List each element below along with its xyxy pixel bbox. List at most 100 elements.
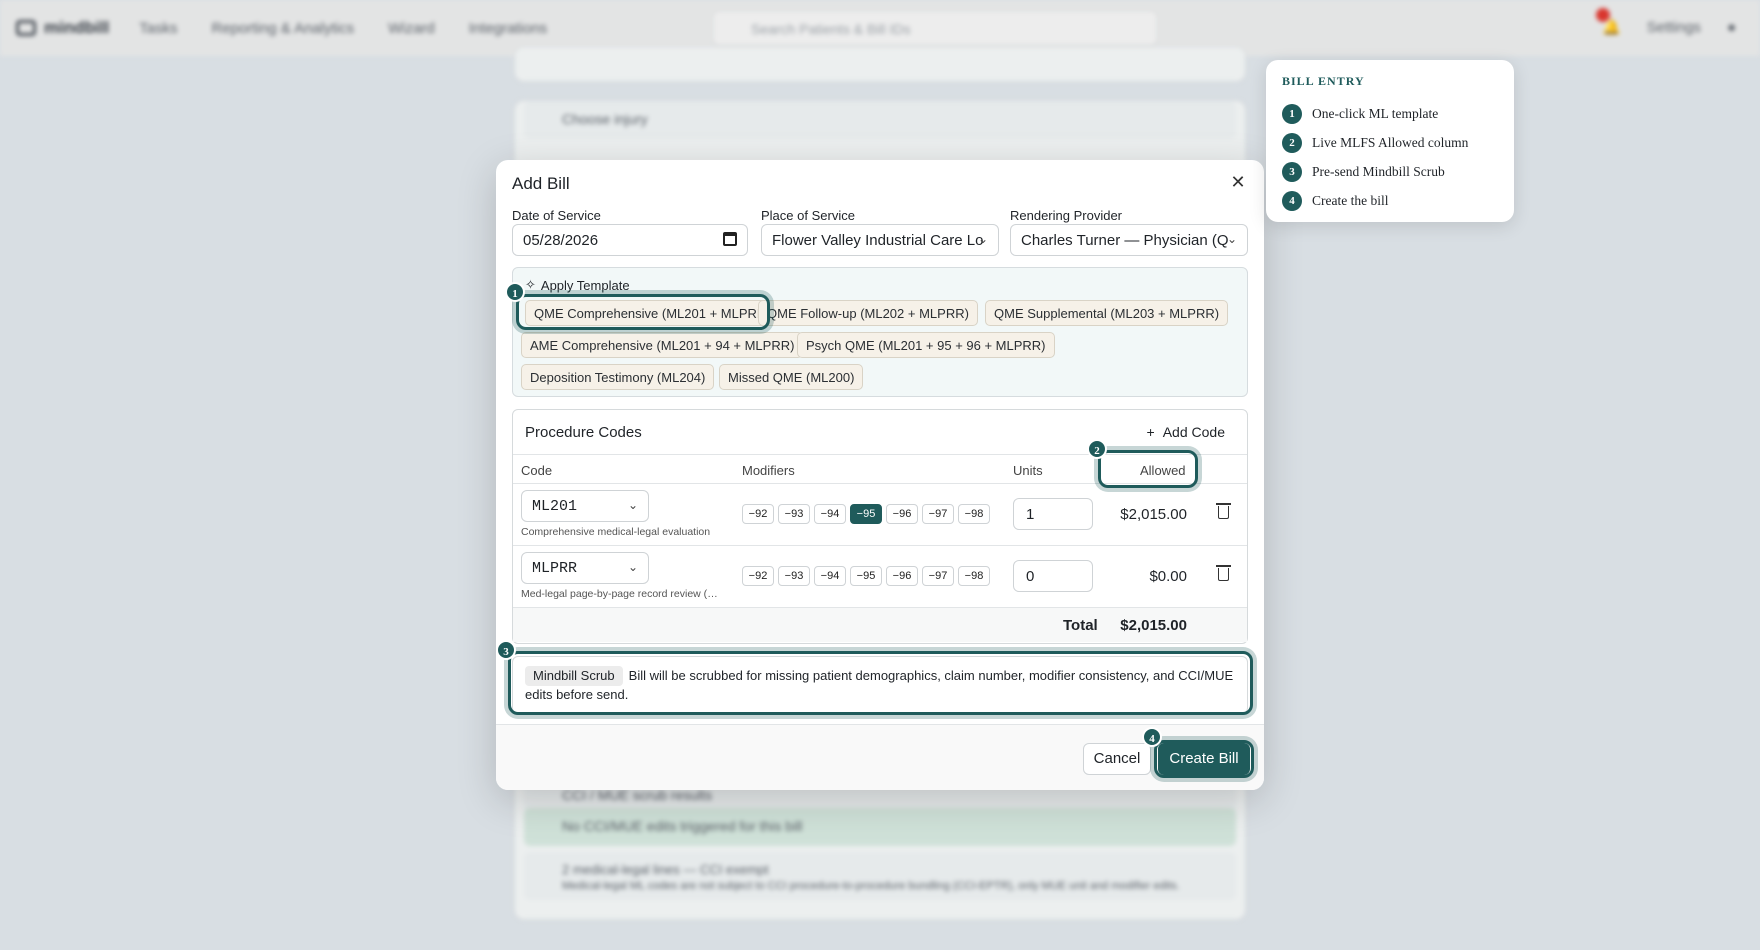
scrub-tag: Mindbill Scrub bbox=[525, 666, 623, 686]
callout-item: 2 Live MLFS Allowed column bbox=[1282, 128, 1498, 157]
callout-item: 1 One-click ML template bbox=[1282, 99, 1498, 128]
bg-panel-top bbox=[514, 46, 1246, 82]
template-chip-qme-comprehensive[interactable]: QME Comprehensive (ML201 + MLPRR) bbox=[525, 300, 780, 326]
plus-icon: + bbox=[1146, 424, 1155, 440]
callout-label: Create the bill bbox=[1312, 192, 1389, 208]
allowed-amount: $0.00 bbox=[1149, 568, 1187, 585]
date-of-service-field[interactable]: 05/28/2026 bbox=[512, 224, 748, 256]
template-chip-psych-qme[interactable]: Psych QME (ML201 + 95 + 96 + MLPRR) bbox=[797, 332, 1055, 358]
modifier-92[interactable]: −92 bbox=[742, 566, 774, 586]
modifier-93[interactable]: −93 bbox=[778, 504, 810, 524]
modifier-96[interactable]: −96 bbox=[886, 566, 918, 586]
modifier-98[interactable]: −98 bbox=[958, 566, 990, 586]
nav-wizard[interactable]: Wizard bbox=[388, 20, 435, 37]
nav-integrations[interactable]: Integrations bbox=[469, 20, 547, 37]
nav-wizard-label: Wizard bbox=[388, 19, 435, 37]
total-row: Total $2,015.00 bbox=[513, 608, 1247, 642]
header-units: Units bbox=[1013, 463, 1043, 478]
callout-label: Live MLFS Allowed column bbox=[1312, 134, 1469, 150]
logo-text: mindbill bbox=[44, 18, 110, 37]
provider-label: Rendering Provider bbox=[1010, 208, 1123, 223]
header-modifiers: Modifiers bbox=[742, 463, 795, 478]
template-chip-missed-qme[interactable]: Missed QME (ML200) bbox=[719, 364, 864, 390]
table-row: MLPRR ⌄ Med-legal page-by-page record rev… bbox=[513, 546, 1247, 608]
chevron-down-icon: ⌄ bbox=[627, 498, 638, 512]
header-code: Code bbox=[521, 463, 553, 478]
place-label: Place of Service bbox=[761, 208, 855, 223]
callout-label: Pre-send Mindbill Scrub bbox=[1312, 163, 1445, 179]
callout-item: 3 Pre-send Mindbill Scrub bbox=[1282, 157, 1498, 186]
template-label-text: Apply Template bbox=[540, 277, 630, 293]
procedure-codes-title: Procedure Codes bbox=[525, 424, 642, 441]
bell-icon[interactable]: 🔔 bbox=[1596, 8, 1621, 36]
code-description: Med-legal page-by-page record review (pe… bbox=[521, 588, 721, 600]
add-code-label: Add Code bbox=[1162, 424, 1225, 440]
modifier-95[interactable]: −95 bbox=[850, 504, 882, 524]
units-input[interactable]: 1 bbox=[1013, 498, 1093, 530]
trash-icon[interactable] bbox=[1216, 565, 1231, 581]
code-value: MLPRR bbox=[532, 560, 578, 577]
bg-row-ml: 2 medical-legal lines — CCI exempt Medica… bbox=[524, 852, 1236, 900]
procedure-codes-section: Procedure Codes + Add Code Code Modifier… bbox=[512, 409, 1248, 644]
app-logo: mindbill bbox=[16, 18, 109, 38]
table-row: ML201 ⌄ Comprehensive medical-legal evalu… bbox=[513, 484, 1247, 546]
add-code-button[interactable]: + Add Code bbox=[1147, 424, 1225, 440]
cancel-button[interactable]: Cancel bbox=[1083, 743, 1151, 775]
code-select[interactable]: MLPRR ⌄ bbox=[521, 552, 649, 584]
template-chip-qme-supplemental[interactable]: QME Supplemental (ML203 + MLPRR) bbox=[985, 300, 1229, 326]
provider-value: Charles Turner — Physician (Q bbox=[1021, 232, 1229, 249]
scrub-text: Bill will be scrubbed for missing patien… bbox=[525, 668, 1234, 702]
template-chip-deposition[interactable]: Deposition Testimony (ML204) bbox=[521, 364, 715, 390]
bg-row-ml-title: 2 medical-legal lines — CCI exempt bbox=[562, 862, 769, 877]
date-value: 05/28/2026 bbox=[523, 232, 599, 249]
mindbill-scrub-notice: Mindbill Scrub Bill will be scrubbed for … bbox=[512, 656, 1248, 714]
nav-reporting-label: Reporting & Analytics bbox=[211, 19, 355, 37]
template-chip-ame-comprehensive[interactable]: AME Comprehensive (ML201 + 94 + MLPRR) bbox=[521, 332, 804, 358]
global-search-input[interactable]: Search Patients & Bill IDs bbox=[712, 10, 1158, 46]
nav-tasks[interactable]: Tasks bbox=[139, 20, 177, 37]
add-bill-modal: Add Bill ✕ Date of Service 05/28/2026 Pl… bbox=[496, 160, 1264, 790]
settings-link[interactable]: Settings bbox=[1647, 19, 1701, 36]
total-value: $2,015.00 bbox=[1120, 617, 1187, 634]
callout-number: 4 bbox=[1282, 190, 1302, 211]
template-chip-qme-followup[interactable]: QME Follow-up (ML202 + MLPRR) bbox=[758, 300, 978, 326]
sparkle-icon: ✧ bbox=[525, 277, 536, 292]
callout-title: BILL ENTRY bbox=[1282, 74, 1365, 88]
bg-row-green: No CCI/MUE edits triggered for this bill bbox=[524, 808, 1236, 846]
modifier-97[interactable]: −97 bbox=[922, 566, 954, 586]
create-bill-button[interactable]: Create Bill bbox=[1158, 743, 1250, 775]
rendering-provider-select[interactable]: Charles Turner — Physician (Q ⌄ bbox=[1010, 224, 1248, 256]
bg-section-choose-injury: Choose injury bbox=[524, 101, 1236, 139]
logo-icon bbox=[16, 20, 36, 36]
modifier-96[interactable]: −96 bbox=[886, 504, 918, 524]
avatar[interactable]: ● bbox=[1727, 19, 1736, 36]
main-nav: Tasks Reporting & Analytics Wizard Integ… bbox=[139, 20, 547, 37]
close-icon[interactable]: ✕ bbox=[1226, 170, 1250, 194]
bill-entry-callout: BILL ENTRY 1 One-click ML template 2 Live … bbox=[1266, 60, 1514, 222]
trash-icon[interactable] bbox=[1216, 503, 1231, 519]
allowed-amount: $2,015.00 bbox=[1120, 506, 1187, 523]
template-label: ✧ Apply Template bbox=[525, 277, 630, 293]
bg-row-ml-desc: Medical-legal ML codes are not subject t… bbox=[562, 880, 1180, 892]
callout-number: 1 bbox=[1282, 103, 1302, 124]
place-of-service-select[interactable]: Flower Valley Industrial Care Lo ⌄ bbox=[761, 224, 999, 256]
chevron-down-icon: ⌄ bbox=[627, 560, 638, 574]
callout-number: 3 bbox=[1282, 161, 1302, 182]
modifier-97[interactable]: −97 bbox=[922, 504, 954, 524]
step-badge-3: 3 bbox=[496, 640, 516, 660]
modifier-94[interactable]: −94 bbox=[814, 504, 846, 524]
modifier-98[interactable]: −98 bbox=[958, 504, 990, 524]
code-select[interactable]: ML201 ⌄ bbox=[521, 490, 649, 522]
chevron-down-icon: ⌄ bbox=[1226, 232, 1237, 246]
modifier-94[interactable]: −94 bbox=[814, 566, 846, 586]
callout-number: 2 bbox=[1282, 132, 1302, 153]
modifier-95[interactable]: −95 bbox=[850, 566, 882, 586]
nav-reporting[interactable]: Reporting & Analytics bbox=[212, 20, 355, 37]
modifier-92[interactable]: −92 bbox=[742, 504, 774, 524]
modifier-93[interactable]: −93 bbox=[778, 566, 810, 586]
calendar-icon[interactable] bbox=[723, 232, 737, 246]
date-label: Date of Service bbox=[512, 208, 601, 223]
units-input[interactable]: 0 bbox=[1013, 560, 1093, 592]
nav-tasks-label: Tasks bbox=[139, 19, 178, 37]
step-badge-1: 1 bbox=[505, 282, 525, 302]
